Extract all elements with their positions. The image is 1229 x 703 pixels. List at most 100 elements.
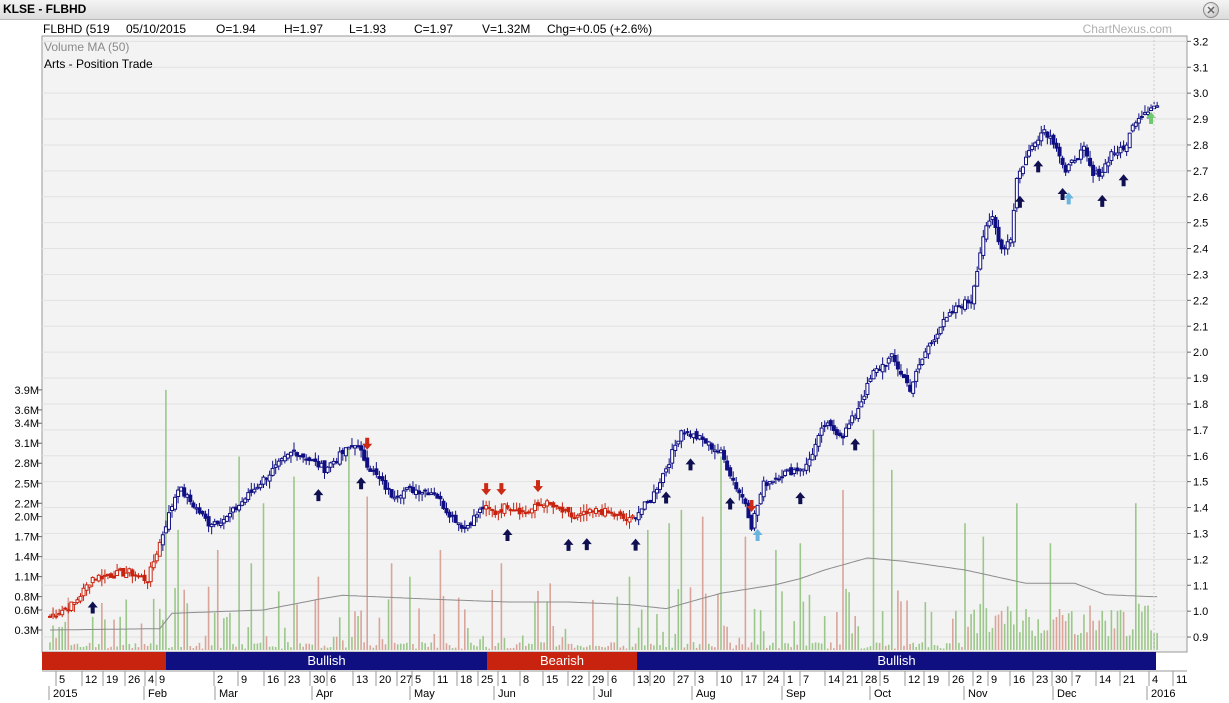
volume-bar — [457, 597, 460, 650]
volume-bar — [674, 633, 677, 650]
volume-bar — [91, 616, 94, 650]
price-tick-label: 2.8 — [1193, 140, 1208, 152]
volume-bar — [695, 647, 698, 650]
volume-bar — [1128, 635, 1131, 650]
volume-bar — [887, 644, 890, 650]
volume-bar — [290, 647, 292, 650]
day-label: 1 — [501, 674, 507, 686]
price-tick-label: 2.4 — [1193, 244, 1208, 256]
day-label: 6 — [611, 674, 617, 686]
volume-bar — [601, 646, 603, 650]
volume-bar — [500, 563, 503, 650]
volume-bar — [546, 601, 548, 650]
volume-bar — [1043, 630, 1046, 650]
candle-body — [725, 460, 730, 471]
volume-bar — [643, 645, 646, 650]
day-label: 26 — [128, 674, 140, 686]
volume-bar — [1092, 620, 1094, 650]
volume-bar — [146, 645, 149, 650]
volume-bar — [378, 617, 381, 650]
volume-bar — [94, 647, 97, 650]
candle-body — [237, 504, 242, 511]
candle-body — [1106, 161, 1111, 167]
volume-bar — [281, 648, 283, 650]
volume-bar — [619, 647, 622, 650]
volume-bar — [927, 647, 930, 650]
volume-tick-label: 3.9M — [15, 385, 39, 397]
change-label: Chg=+0.05 (+2.6%) — [547, 22, 652, 36]
volume-bar — [177, 529, 179, 650]
volume-tick-label: 2.5M — [15, 478, 39, 490]
candle-body — [264, 477, 269, 480]
volume-bar — [820, 643, 823, 650]
candle-body — [783, 470, 788, 477]
volume-bar — [302, 646, 304, 650]
volume-bar — [952, 618, 954, 650]
candle-body — [755, 504, 760, 516]
volume-bar — [287, 642, 289, 650]
volume-bar — [155, 644, 158, 650]
volume-bar — [491, 589, 494, 650]
candle-body — [987, 220, 992, 227]
month-label: Aug — [696, 688, 716, 700]
volume-bar — [1116, 610, 1119, 650]
candle-body — [371, 469, 376, 472]
candle-body — [557, 506, 562, 510]
volume-bar — [958, 642, 960, 650]
volume-bar — [756, 644, 759, 650]
volume-bar — [1031, 630, 1033, 650]
candle-body — [310, 459, 315, 462]
candle-body — [526, 511, 531, 514]
candle-body — [401, 490, 406, 499]
volume-bar — [229, 612, 231, 650]
volume-tick-label: 3.6M — [15, 405, 39, 417]
volume-bar — [637, 627, 640, 650]
volume-bar — [1089, 605, 1091, 650]
volume-bar — [826, 648, 829, 650]
volume-bar — [369, 645, 372, 650]
volume-bar — [70, 645, 73, 650]
volume-bar — [216, 549, 219, 650]
candle-body — [432, 492, 437, 495]
volume-bar — [207, 586, 210, 650]
volume-bar — [982, 536, 985, 650]
price-tick-label: 0.9 — [1193, 632, 1208, 644]
candle-body — [722, 449, 727, 460]
day-label: 5 — [883, 674, 889, 686]
volume-bar — [729, 642, 731, 650]
volume-bar — [985, 608, 988, 650]
candle-body — [392, 496, 397, 500]
volume-bar — [1022, 620, 1024, 650]
day-label: 11 — [1176, 674, 1187, 686]
candle-body — [468, 522, 473, 526]
candle-body — [993, 216, 998, 229]
volume-bar — [244, 648, 246, 650]
candle — [920, 358, 925, 366]
volume-bar — [430, 642, 433, 650]
close-icon[interactable] — [1203, 2, 1219, 18]
volume-bar — [903, 645, 905, 650]
volume-bar — [689, 587, 692, 650]
candle-body — [78, 595, 83, 602]
volume-bar — [628, 576, 631, 650]
volume-bar — [753, 608, 756, 650]
volume-bar — [1034, 636, 1036, 650]
candle-body — [1100, 171, 1105, 177]
day-label: 26 — [952, 674, 964, 686]
candle-body — [670, 449, 675, 464]
window-titlebar: KLSE - FLBHD — [0, 0, 1229, 20]
volume-bar — [909, 644, 911, 650]
volume-bar — [1156, 632, 1158, 650]
volume-bar — [665, 646, 667, 650]
volume-bar — [366, 496, 368, 650]
volume-bar — [351, 636, 353, 650]
volume-bar — [494, 645, 497, 650]
volume-bar — [918, 643, 921, 650]
volume-bar — [235, 646, 237, 650]
volume-axis: 0.3M 0.6M0.8M 1.1M 1.4M 1.7M 2.0M 2.2M 2.5M 2.8M… — [15, 385, 42, 637]
volume-bar — [338, 617, 341, 650]
window-title: KLSE - FLBHD — [3, 2, 87, 16]
volume-bar — [259, 642, 262, 650]
candle-body — [786, 468, 791, 472]
candle-body — [365, 457, 370, 468]
